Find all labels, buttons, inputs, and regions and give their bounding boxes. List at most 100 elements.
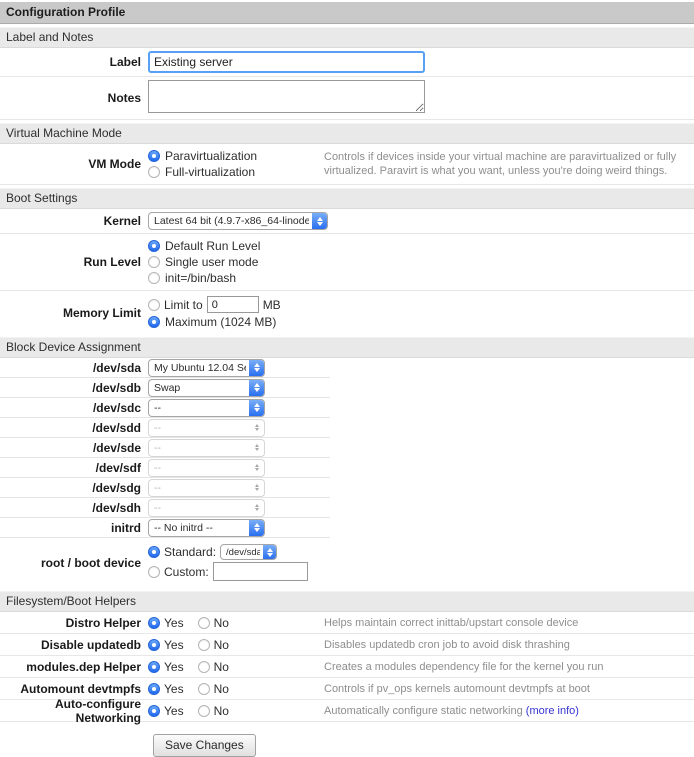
root-device-option-standard[interactable]: Standard: /dev/sda (148, 544, 324, 560)
memory-unit-label: MB (263, 298, 281, 312)
dropdown-arrows-icon (249, 480, 264, 496)
run-level-row: Run Level Default Run Level Single user … (0, 234, 694, 291)
run-level-label: Run Level (0, 255, 148, 269)
dropdown-arrows-icon (249, 440, 264, 456)
auto-configure-networking-help: Automatically configure static networkin… (324, 704, 694, 718)
modules-dep-helper-row: modules.dep Helper Yes No Creates a modu… (0, 656, 694, 678)
sdd-select[interactable]: -- (148, 419, 265, 437)
configuration-profile-page: Configuration Profile Label and Notes La… (0, 0, 694, 757)
device-row-sdb: /dev/sdb Swap (0, 378, 330, 398)
radio-auto-configure-networking-yes[interactable] (148, 705, 160, 717)
memory-limit-row: Memory Limit Limit to MB Maximum (1024 M… (0, 291, 694, 334)
sda-select[interactable]: My Ubuntu 12.04 Server (148, 359, 265, 377)
radio-disable-updatedb-no[interactable] (198, 639, 210, 651)
sdc-select[interactable]: -- (148, 399, 265, 417)
automount-devtmpfs-help: Controls if pv_ops kernels automount dev… (324, 682, 694, 696)
device-label: /dev/sde (0, 441, 148, 455)
modules-dep-helper-help: Creates a modules dependency file for th… (324, 660, 694, 674)
custom-device-input[interactable] (213, 562, 308, 581)
notes-textarea[interactable] (148, 80, 425, 113)
distro-helper-label: Distro Helper (0, 616, 148, 630)
radio-custom[interactable] (148, 566, 160, 578)
section-block-device-assignment: Block Device Assignment (0, 337, 694, 358)
sde-select[interactable]: -- (148, 439, 265, 457)
root-boot-device-label: root / boot device (0, 556, 148, 570)
root-device-option-custom[interactable]: Custom: (148, 562, 324, 581)
kernel-select[interactable]: Latest 64 bit (4.9.7-x86_64-linode80) (148, 212, 328, 230)
disable-updatedb-help: Disables updatedb cron job to avoid disk… (324, 638, 694, 652)
device-label: /dev/sdf (0, 461, 148, 475)
radio-default-run-level[interactable] (148, 240, 160, 252)
disable-updatedb-label: Disable updatedb (0, 638, 148, 652)
notes-field-label: Notes (0, 91, 148, 105)
page-title: Configuration Profile (0, 2, 694, 24)
radio-auto-configure-networking-no[interactable] (198, 705, 210, 717)
device-row-sdd: /dev/sdd -- (0, 418, 330, 438)
sdf-select[interactable]: -- (148, 459, 265, 477)
memory-limit-option-limit-to[interactable]: Limit to MB (148, 296, 324, 313)
modules-dep-helper-label: modules.dep Helper (0, 660, 148, 674)
radio-limit-to[interactable] (148, 299, 160, 311)
section-filesystem-boot-helpers: Filesystem/Boot Helpers (0, 591, 694, 612)
root-boot-device-row: root / boot device Standard: /dev/sda Cu… (0, 538, 694, 588)
dropdown-arrows-icon (263, 545, 276, 559)
sdb-select[interactable]: Swap (148, 379, 265, 397)
disable-updatedb-row: Disable updatedb Yes No Disables updated… (0, 634, 694, 656)
save-changes-button[interactable]: Save Changes (153, 734, 256, 757)
dropdown-arrows-icon (249, 400, 264, 416)
radio-single-user-mode[interactable] (148, 256, 160, 268)
radio-init-bin-bash[interactable] (148, 272, 160, 284)
more-info-link[interactable]: (more info) (526, 705, 579, 717)
vm-mode-option-paravirtualization[interactable]: Paravirtualization (148, 149, 324, 163)
device-label: /dev/sda (0, 361, 148, 375)
memory-limit-option-maximum[interactable]: Maximum (1024 MB) (148, 315, 324, 329)
device-row-sde: /dev/sde -- (0, 438, 330, 458)
device-label: /dev/sdb (0, 381, 148, 395)
vm-mode-label: VM Mode (0, 157, 148, 171)
device-row-initrd: initrd -- No initrd -- (0, 518, 330, 538)
initrd-select[interactable]: -- No initrd -- (148, 519, 265, 537)
dropdown-arrows-icon (249, 420, 264, 436)
memory-limit-input[interactable] (207, 296, 259, 313)
radio-paravirtualization[interactable] (148, 150, 160, 162)
label-row: Label (0, 48, 694, 77)
sdh-select[interactable]: -- (148, 499, 265, 517)
radio-full-virtualization[interactable] (148, 166, 160, 178)
device-row-sdg: /dev/sdg -- (0, 478, 330, 498)
radio-automount-devtmpfs-no[interactable] (198, 683, 210, 695)
dropdown-arrows-icon (249, 360, 264, 376)
radio-maximum[interactable] (148, 316, 160, 328)
label-input[interactable] (148, 51, 425, 73)
distro-helper-help: Helps maintain correct inittab/upstart c… (324, 616, 694, 630)
section-virtual-machine-mode: Virtual Machine Mode (0, 123, 694, 144)
distro-helper-row: Distro Helper Yes No Helps maintain corr… (0, 612, 694, 634)
auto-configure-networking-row: Auto-configure Networking Yes No Automat… (0, 700, 694, 722)
radio-disable-updatedb-yes[interactable] (148, 639, 160, 651)
run-level-option-init-bash[interactable]: init=/bin/bash (148, 271, 324, 285)
dropdown-arrows-icon (249, 500, 264, 516)
radio-standard[interactable] (148, 546, 160, 558)
device-row-sdf: /dev/sdf -- (0, 458, 330, 478)
dropdown-arrows-icon (249, 520, 264, 536)
label-field-label: Label (0, 55, 148, 69)
standard-device-select[interactable]: /dev/sda (220, 544, 277, 560)
kernel-row: Kernel Latest 64 bit (4.9.7-x86_64-linod… (0, 209, 694, 234)
vm-mode-row: VM Mode Paravirtualization Full-virtuali… (0, 144, 694, 185)
radio-distro-helper-yes[interactable] (148, 617, 160, 629)
section-label-and-notes: Label and Notes (0, 27, 694, 48)
device-label: /dev/sdg (0, 481, 148, 495)
dropdown-arrows-icon (249, 380, 264, 396)
radio-distro-helper-no[interactable] (198, 617, 210, 629)
device-label: /dev/sdd (0, 421, 148, 435)
run-level-option-single-user[interactable]: Single user mode (148, 255, 324, 269)
radio-automount-devtmpfs-yes[interactable] (148, 683, 160, 695)
vm-mode-option-full-virtualization[interactable]: Full-virtualization (148, 165, 324, 179)
radio-modules-dep-no[interactable] (198, 661, 210, 673)
vm-mode-help-text: Controls if devices inside your virtual … (324, 150, 694, 178)
device-label: /dev/sdh (0, 501, 148, 515)
sdg-select[interactable]: -- (148, 479, 265, 497)
device-row-sda: /dev/sda My Ubuntu 12.04 Server (0, 358, 330, 378)
run-level-option-default[interactable]: Default Run Level (148, 239, 324, 253)
radio-modules-dep-yes[interactable] (148, 661, 160, 673)
device-label: /dev/sdc (0, 401, 148, 415)
